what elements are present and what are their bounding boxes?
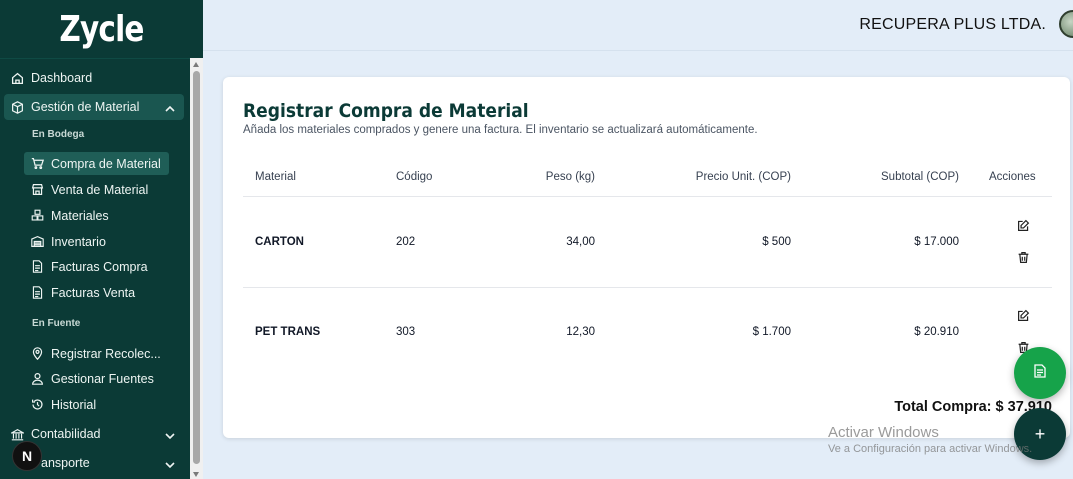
- sidebar-item-gestion-material[interactable]: Gestión de Material: [4, 94, 184, 120]
- sidebar-item-label: Registrar Recolec...: [51, 346, 161, 361]
- windows-activation-watermark: Activar Windows Ve a Configuración para …: [828, 424, 1032, 455]
- boxes-icon: [31, 209, 44, 222]
- purchase-card: Registrar Compra de Material Añada los m…: [223, 77, 1070, 438]
- sidebar-scrollbar[interactable]: [190, 58, 203, 479]
- sidebar-item-label: Contabilidad: [31, 427, 101, 441]
- watermark-line1: Activar Windows: [828, 424, 939, 441]
- map-pin-icon: [31, 347, 44, 360]
- nextjs-badge[interactable]: N: [12, 441, 42, 471]
- chevron-down-icon: [165, 429, 175, 443]
- cart-icon: [31, 157, 44, 170]
- cell-precio: $ 1.700: [752, 326, 791, 338]
- cell-peso: 12,30: [566, 326, 595, 338]
- sidebar-item-label: ansporte: [41, 456, 90, 470]
- cell-codigo: 303: [396, 326, 416, 338]
- sidebar-nav: Dashboard Gestión de Material En Bodega …: [0, 58, 190, 479]
- page-subtitle: Añada los materiales comprados y genere …: [243, 124, 758, 136]
- section-label-bodega: En Bodega: [32, 129, 85, 140]
- avatar[interactable]: [1059, 10, 1073, 38]
- section-label-fuente: En Fuente: [32, 318, 81, 329]
- chevron-up-icon: [165, 102, 175, 116]
- history-icon: [31, 398, 44, 411]
- cell-subtotal: $ 20.910: [914, 326, 959, 338]
- trash-icon[interactable]: [1017, 251, 1031, 265]
- box-icon: [11, 100, 24, 114]
- home-icon: [11, 72, 24, 85]
- sidebar-item-label: Compra de Material: [51, 156, 161, 171]
- sidebar-item-label: Venta de Material: [51, 182, 149, 197]
- sidebar-item-materiales[interactable]: Materiales: [24, 204, 117, 227]
- sidebar-item-label: Gestión de Material: [31, 100, 140, 114]
- sidebar-item-gestionar-fuentes[interactable]: Gestionar Fuentes: [24, 367, 162, 390]
- sidebar-item-label: Historial: [51, 397, 97, 412]
- watermark-line2: Ve a Configuración para activar Windows.: [828, 443, 1033, 455]
- column-header-precio: Precio Unit. (COP): [695, 171, 791, 183]
- sidebar-item-historial[interactable]: Historial: [24, 393, 104, 416]
- column-header-subtotal: Subtotal (COP): [881, 171, 959, 183]
- column-header-material: Material: [255, 171, 296, 183]
- document-icon: [31, 286, 44, 299]
- cell-material: CARTON: [255, 236, 304, 248]
- scroll-up-arrow-icon[interactable]: [193, 62, 199, 67]
- warehouse-icon: [31, 235, 44, 248]
- company-name: RECUPERA PLUS LTDA.: [859, 16, 1046, 33]
- document-icon: [31, 260, 44, 273]
- invoice-icon: [1034, 363, 1046, 383]
- sidebar-item-facturas-venta[interactable]: Facturas Venta: [24, 281, 143, 304]
- store-icon: [31, 183, 44, 196]
- sidebar-item-venta-material[interactable]: Venta de Material: [24, 178, 156, 201]
- sidebar-item-registrar-recoleccion[interactable]: Registrar Recolec...: [24, 342, 169, 365]
- sidebar-item-compra-material[interactable]: Compra de Material: [24, 152, 169, 175]
- cell-precio: $ 500: [762, 236, 791, 248]
- column-header-codigo: Código: [396, 171, 433, 183]
- page-title: Registrar Compra de Material: [243, 100, 529, 122]
- bank-icon: [11, 428, 24, 441]
- cell-peso: 34,00: [566, 236, 595, 248]
- cell-codigo: 202: [396, 236, 416, 248]
- sidebar-item-label: Dashboard: [31, 71, 93, 85]
- sidebar-item-label: Facturas Compra: [51, 259, 148, 274]
- sidebar-item-label: Inventario: [51, 234, 106, 249]
- table-divider: [243, 196, 1052, 197]
- top-header: RECUPERA PLUS LTDA.: [203, 0, 1073, 51]
- chevron-down-icon: [165, 458, 175, 472]
- column-header-acciones: Acciones: [989, 171, 1036, 183]
- sidebar-item-facturas-compra[interactable]: Facturas Compra: [24, 255, 156, 278]
- cell-material: PET TRANS: [255, 326, 321, 338]
- sidebar-item-label: Facturas Venta: [51, 285, 136, 300]
- scroll-thumb[interactable]: [193, 71, 200, 464]
- sidebar-item-label: Materiales: [51, 208, 109, 223]
- column-header-peso: Peso (kg): [545, 171, 595, 183]
- cell-subtotal: $ 17.000: [914, 236, 959, 248]
- scroll-down-arrow-icon[interactable]: [193, 472, 199, 477]
- edit-icon[interactable]: [1017, 309, 1031, 323]
- table-divider: [243, 287, 1052, 288]
- sidebar-item-inventario[interactable]: Inventario: [24, 230, 114, 253]
- edit-icon[interactable]: [1017, 219, 1031, 233]
- plus-icon: +: [1034, 423, 1046, 444]
- generate-invoice-button[interactable]: [1014, 347, 1066, 399]
- user-icon: [31, 372, 44, 385]
- brand-logo: Zycle: [59, 8, 144, 50]
- sidebar-item-label: Gestionar Fuentes: [51, 371, 154, 386]
- sidebar-item-dashboard[interactable]: Dashboard: [4, 65, 184, 91]
